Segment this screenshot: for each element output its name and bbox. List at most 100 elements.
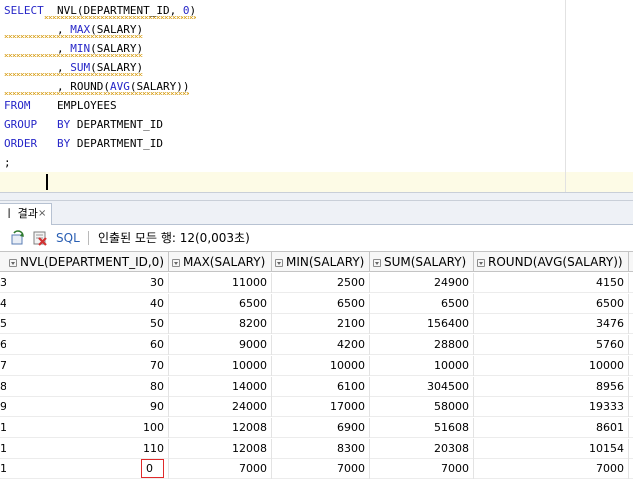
table-row[interactable]: 1207000700070007000 bbox=[0, 459, 633, 479]
sort-icon[interactable] bbox=[9, 259, 17, 267]
table-cell[interactable]: 110 bbox=[6, 438, 169, 459]
code-token: , bbox=[4, 61, 71, 74]
code-line: , MIN(SALARY) bbox=[4, 39, 144, 58]
table-cell[interactable]: 24900 bbox=[370, 273, 474, 293]
table-row[interactable]: 3 30 11000 2500 24900 4150 bbox=[0, 273, 633, 293]
table-cell[interactable]: 12008 bbox=[169, 417, 272, 438]
cell-value: 8200 bbox=[239, 317, 267, 331]
table-cell[interactable]: 6500 bbox=[272, 293, 370, 314]
sort-icon[interactable] bbox=[275, 259, 283, 267]
table-cell[interactable]: 4200 bbox=[272, 335, 370, 356]
sort-icon[interactable] bbox=[373, 259, 381, 267]
table-cell[interactable]: 10000 bbox=[272, 355, 370, 376]
table-cell[interactable]: 8200 bbox=[169, 314, 272, 335]
code-token: (SALARY) bbox=[90, 42, 144, 55]
table-cell[interactable]: 80 bbox=[6, 376, 169, 397]
table-row[interactable]: 9 90 24000 17000 58000 19333 bbox=[0, 397, 633, 418]
code-token: , bbox=[4, 80, 71, 93]
highlighted-cell[interactable]: 0 bbox=[6, 459, 169, 479]
table-cell[interactable]: 4150 bbox=[474, 273, 629, 293]
table-cell[interactable]: 12008 bbox=[169, 438, 272, 459]
close-icon[interactable]: × bbox=[38, 204, 46, 224]
current-line-highlight bbox=[0, 172, 633, 192]
column-header[interactable]: ROUND(AVG(SALARY)) bbox=[474, 252, 629, 272]
sql-button[interactable]: SQL bbox=[56, 230, 80, 246]
table-cell[interactable]: 10154 bbox=[474, 438, 629, 459]
table-cell[interactable]: 2100 bbox=[272, 314, 370, 335]
cell-value: 2500 bbox=[337, 276, 365, 289]
table-cell[interactable]: 10000 bbox=[370, 355, 474, 376]
table-cell[interactable]: 30 bbox=[6, 273, 169, 293]
table-row[interactable]: 5 50 8200 2100 156400 3476 bbox=[0, 314, 633, 335]
table-cell[interactable]: 19333 bbox=[474, 397, 629, 418]
table-cell[interactable]: 17000 bbox=[272, 397, 370, 418]
code-token: EMPLOYEES bbox=[30, 99, 117, 112]
code-line: ; bbox=[4, 153, 11, 172]
table-cell[interactable]: 7000 bbox=[272, 459, 370, 479]
table-cell[interactable]: 60 bbox=[6, 335, 169, 356]
cell-value: 10000 bbox=[330, 358, 365, 372]
code-token: , bbox=[4, 23, 71, 36]
cell-value: 8601 bbox=[596, 420, 624, 434]
table-cell[interactable]: 58000 bbox=[370, 397, 474, 418]
table-cell[interactable]: 10000 bbox=[474, 355, 629, 376]
table-cell[interactable]: 8300 bbox=[272, 438, 370, 459]
table-cell[interactable]: 2500 bbox=[272, 273, 370, 293]
column-header[interactable]: SUM(SALARY) bbox=[370, 252, 474, 272]
refresh-icon[interactable] bbox=[10, 230, 26, 246]
table-cell[interactable]: 6500 bbox=[370, 293, 474, 314]
code-token: GROUP bbox=[4, 118, 38, 131]
column-header-label: SUM(SALARY) bbox=[384, 255, 467, 269]
table-row[interactable]: 10100120086900516088601 bbox=[0, 417, 633, 438]
table-row[interactable]: 7 70 10000 10000 10000 10000 bbox=[0, 355, 633, 376]
table-cell[interactable]: 14000 bbox=[169, 376, 272, 397]
table-cell[interactable]: 9000 bbox=[169, 335, 272, 356]
table-cell[interactable]: 8956 bbox=[474, 376, 629, 397]
cell-value: 7000 bbox=[596, 462, 624, 476]
sort-icon[interactable] bbox=[172, 259, 180, 267]
table-cell[interactable]: 6500 bbox=[169, 293, 272, 314]
table-cell[interactable]: 5760 bbox=[474, 335, 629, 356]
column-header[interactable]: MIN(SALARY) bbox=[272, 252, 370, 272]
table-cell[interactable]: 24000 bbox=[169, 397, 272, 418]
table-cell[interactable]: 6100 bbox=[272, 376, 370, 397]
table-cell[interactable]: 6900 bbox=[272, 417, 370, 438]
table-cell[interactable]: 3476 bbox=[474, 314, 629, 335]
column-header[interactable]: MAX(SALARY) bbox=[169, 252, 272, 272]
pane-splitter[interactable] bbox=[0, 192, 633, 201]
table-cell[interactable]: 90 bbox=[6, 397, 169, 418]
table-row[interactable]: 4 40 6500 6500 6500 6500 bbox=[0, 293, 633, 314]
cell-value: 7000 bbox=[441, 462, 469, 476]
table-cell[interactable]: 50 bbox=[6, 314, 169, 335]
sort-icon[interactable] bbox=[477, 259, 485, 267]
cell-value: 110 bbox=[143, 441, 164, 455]
sql-editor[interactable]: SELECT NVL(DEPARTMENT_ID, 0) , MAX(SALAR… bbox=[0, 0, 633, 192]
fetch-status: 인출된 모든 행: 12(0,003초) bbox=[98, 231, 250, 245]
delete-icon[interactable] bbox=[32, 230, 48, 246]
table-cell[interactable]: 40 bbox=[6, 293, 169, 314]
table-cell[interactable]: 6500 bbox=[474, 293, 629, 314]
cell-value: 10000 bbox=[434, 358, 469, 372]
table-cell[interactable]: 70 bbox=[6, 355, 169, 376]
table-cell[interactable]: 8601 bbox=[474, 417, 629, 438]
results-grid[interactable]: NVL(DEPARTMENT_ID,0) MAX(SALARY) MIN(SALAR… bbox=[0, 251, 633, 479]
table-row[interactable]: 6 60 9000 4200 28800 5760 bbox=[0, 335, 633, 356]
table-row[interactable]: 8 80 14000 6100 304500 8956 bbox=[0, 376, 633, 397]
code-token: BY bbox=[57, 137, 71, 150]
table-cell[interactable]: 100 bbox=[6, 417, 169, 438]
table-cell[interactable]: 7000 bbox=[169, 459, 272, 479]
table-cell[interactable]: 51608 bbox=[370, 417, 474, 438]
table-cell[interactable]: 10000 bbox=[169, 355, 272, 376]
table-row[interactable]: 111101200883002030810154 bbox=[0, 438, 633, 459]
cell-value: 3476 bbox=[596, 317, 624, 331]
tab-query-result[interactable]: ㅣ 결과 × bbox=[0, 203, 52, 225]
table-cell[interactable]: 7000 bbox=[370, 459, 474, 479]
table-cell[interactable]: 156400 bbox=[370, 314, 474, 335]
cell-value: 10154 bbox=[589, 441, 624, 455]
table-cell[interactable]: 304500 bbox=[370, 376, 474, 397]
table-cell[interactable]: 11000 bbox=[169, 273, 272, 293]
column-header[interactable]: NVL(DEPARTMENT_ID,0) bbox=[6, 252, 169, 272]
table-cell[interactable]: 7000 bbox=[474, 459, 629, 479]
table-cell[interactable]: 20308 bbox=[370, 438, 474, 459]
table-cell[interactable]: 28800 bbox=[370, 335, 474, 356]
